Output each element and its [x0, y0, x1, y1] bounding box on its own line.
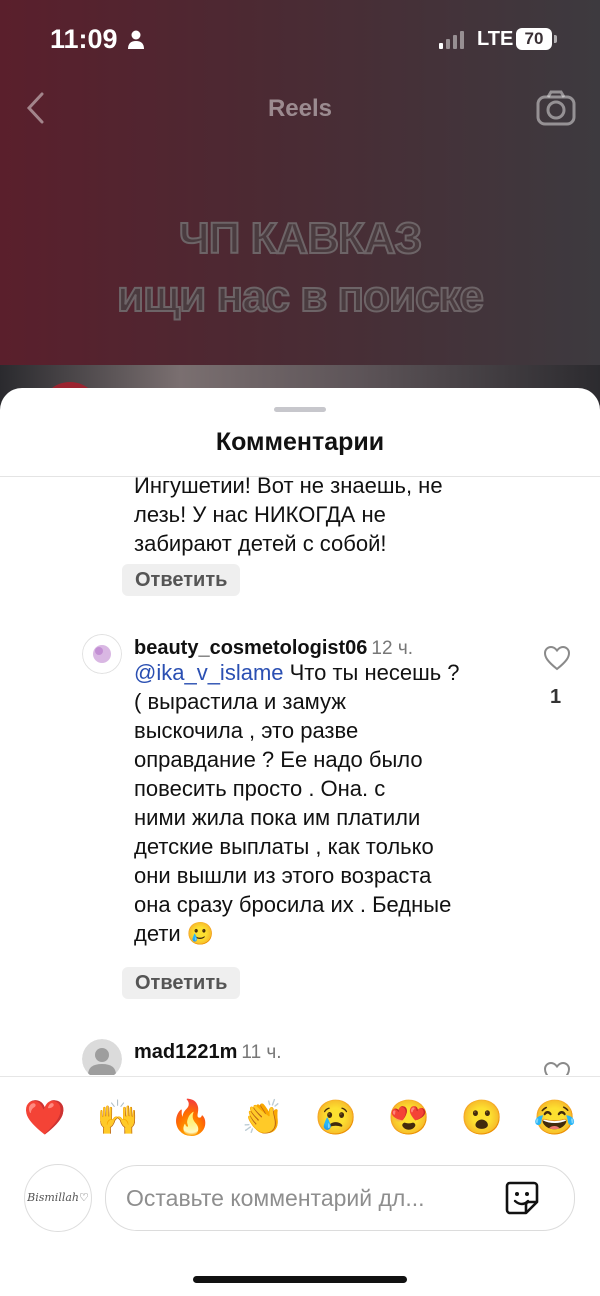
comment-input-placeholder: Оставьте комментарий дл...	[126, 1185, 425, 1211]
emoji-raised-hands[interactable]: 🙌	[96, 1096, 140, 1140]
comment-line: она сразу бросила их . Бедные	[134, 892, 452, 917]
home-indicator	[193, 1276, 407, 1283]
comment-line: дети 🥲	[134, 921, 215, 946]
avatar[interactable]	[82, 1039, 122, 1075]
nav-title: Reels	[267, 95, 333, 122]
mention-link[interactable]: @ika_v_islame	[134, 660, 284, 685]
emoji-heart-eyes[interactable]: 😍	[387, 1096, 431, 1140]
sheet-grabber[interactable]	[274, 407, 326, 412]
my-avatar[interactable]: Bismillah♡	[24, 1164, 92, 1232]
comment-line: они вышли из этого возраста	[134, 863, 432, 888]
comment-line: оправдание ? Ее надо было	[134, 747, 423, 772]
default-avatar-icon	[82, 1039, 122, 1075]
overlay-line-1: ЧП КАВКАЗ	[178, 213, 423, 264]
comment-time: 11 ч.	[241, 1042, 282, 1063]
comment-line: забирают детей с собой!	[134, 531, 387, 556]
comment-input[interactable]: Оставьте комментарий дл...	[105, 1165, 575, 1231]
heart-icon[interactable]	[543, 1061, 571, 1075]
comment-username[interactable]: mad1221m	[134, 1041, 237, 1063]
overlay-line-2: ищи нас в поиске	[116, 271, 485, 322]
status-bar: 11:09 LTE 70	[0, 0, 600, 80]
signal-icon	[439, 31, 464, 49]
comment-line: детские выплаты , как только	[134, 834, 434, 859]
emoji-fire[interactable]: 🔥	[169, 1096, 213, 1140]
comment-line: Что ты несешь ?	[283, 660, 460, 685]
reply-button[interactable]: Ответить	[122, 967, 241, 999]
emoji-surprised[interactable]: 😮	[460, 1096, 504, 1140]
reel-overlay-text: ЧП КАВКАЗ ищи нас в поиске	[0, 210, 600, 326]
comment-line: выскочила , это разве	[134, 718, 359, 743]
status-time: 11:09	[50, 24, 118, 54]
comment-author[interactable]: mad1221m 11 ч.	[134, 1041, 282, 1064]
sticker-icon[interactable]	[504, 1180, 540, 1216]
comment-line: ( вырастила и замуж	[134, 689, 347, 714]
emoji-heart[interactable]: ❤️	[23, 1096, 67, 1140]
comment-username[interactable]: beauty_cosmetologist06	[134, 637, 367, 659]
reply-button[interactable]: Ответить	[122, 564, 241, 596]
camera-icon[interactable]	[536, 90, 576, 126]
heart-icon[interactable]	[543, 645, 571, 671]
battery-tip	[554, 35, 557, 43]
comment-line: лезь! У нас НИКОГДА не	[134, 502, 386, 527]
emoji-bar-divider	[0, 1076, 600, 1077]
network-label: LTE	[477, 28, 514, 50]
avatar-image	[82, 634, 122, 674]
comment-line: повесить просто . Она. с	[134, 776, 386, 801]
comment-time: 12 ч.	[371, 638, 414, 659]
comments-sheet: Комментарии Ингушетии! Вот не знаешь, не…	[0, 388, 600, 1296]
sheet-title: Комментарии	[215, 428, 385, 456]
emoji-crying[interactable]: 😢	[314, 1096, 358, 1140]
comment-text: @ika_v_islame Что ты несешь ? ( вырастил…	[134, 658, 529, 948]
like-count: 1	[550, 686, 562, 708]
comment-line: ними жила пока им платили	[134, 805, 421, 830]
emoji-laughing[interactable]: 😂	[533, 1096, 577, 1140]
person-icon	[128, 30, 144, 49]
comments-list[interactable]: Ингушетии! Вот не знаешь, не лезь! У нас…	[0, 477, 600, 1075]
avatar[interactable]	[82, 634, 122, 674]
battery-icon: 70	[516, 28, 552, 50]
comment-text: Ингушетии! Вот не знаешь, не лезь! У нас…	[134, 477, 529, 558]
comment-line: Ингушетии! Вот не знаешь, не	[134, 477, 443, 498]
comment-author[interactable]: beauty_cosmetologist06 12 ч.	[134, 637, 413, 660]
emoji-quick-bar: ❤️ 🙌 🔥 👏 😢 😍 😮 😂	[0, 1096, 600, 1142]
emoji-clap[interactable]: 👏	[241, 1096, 285, 1140]
